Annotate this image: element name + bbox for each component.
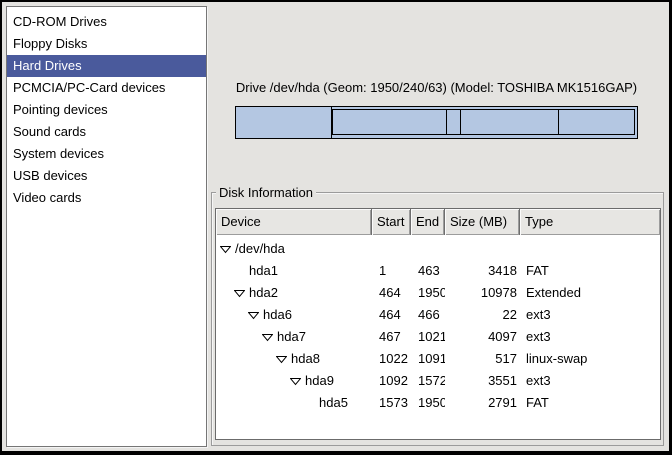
sidebar-item-cd-rom-drives[interactable]: CD-ROM Drives [7,11,206,33]
tree-indent [220,359,276,360]
partition-table-body: /dev/hdahda114633418FAThda2464195010978E… [216,235,660,414]
sidebar-item-usb-devices[interactable]: USB devices [7,165,206,187]
row-expander[interactable] [234,289,249,298]
start-cell [372,238,411,260]
size-cell: 3418 [445,260,520,282]
type-cell: FAT [520,392,661,414]
expander-triangle-icon [262,333,273,342]
size-cell: 517 [445,348,520,370]
sidebar-item-pointing-devices[interactable]: Pointing devices [7,99,206,121]
size-cell [445,238,520,260]
type-cell [520,238,661,260]
table-row-hda8[interactable]: hda8 10221091517linux-swap [216,348,660,370]
partition-bar [235,106,638,139]
type-cell: Extended [520,282,661,304]
size-cell: 3551 [445,370,520,392]
hardware-browser-window: CD-ROM DrivesFloppy DisksHard DrivesPCMC… [0,0,672,455]
device-name: hda1 [249,260,278,282]
tree-indent [220,403,304,404]
logical-partition-divider [446,109,447,135]
sidebar-item-video-cards[interactable]: Video cards [7,187,206,209]
extended-partition-box [332,109,635,135]
sidebar-item-hard-drives[interactable]: Hard Drives [7,55,206,77]
sidebar-item-floppy-disks[interactable]: Floppy Disks [7,33,206,55]
type-cell: ext3 [520,370,661,392]
type-cell: ext3 [520,304,661,326]
column-header-end[interactable]: End [411,209,445,235]
row-expander[interactable] [248,311,263,320]
row-expander[interactable] [262,333,277,342]
expander-triangle-icon [276,355,287,364]
device-name: hda6 [263,304,292,326]
start-cell: 1 [372,260,411,282]
end-cell: 1950 [411,282,445,304]
logical-partition-divider [460,109,461,135]
end-cell: 1021 [411,326,445,348]
partition-table[interactable]: DeviceStartEndSize (MB)Type /dev/hdahda1… [215,208,661,440]
end-cell: 1091 [411,348,445,370]
device-category-list[interactable]: CD-ROM DrivesFloppy DisksHard DrivesPCMC… [6,6,207,447]
table-row-hda1[interactable]: hda1 14633418FAT [216,260,660,282]
expander-triangle-icon [234,289,245,298]
device-name: hda5 [319,392,348,414]
expander-triangle-icon [220,245,231,254]
table-row-hda6[interactable]: hda6 46446622ext3 [216,304,660,326]
sidebar-item-sound-cards[interactable]: Sound cards [7,121,206,143]
drive-title: Drive /dev/hda (Geom: 1950/240/63) (Mode… [235,80,638,97]
device-name: hda2 [249,282,278,304]
start-cell: 467 [372,326,411,348]
row-expander[interactable] [276,355,291,364]
start-cell: 1022 [372,348,411,370]
table-row-hda9[interactable]: hda9 109215723551ext3 [216,370,660,392]
table-row-hda5[interactable]: hda5 157319502791FAT [216,392,660,414]
device-name: hda9 [305,370,334,392]
device-name: hda8 [291,348,320,370]
sidebar-item-pcmcia-pc-card-devices[interactable]: PCMCIA/PC-Card devices [7,77,206,99]
device-name: /dev/hda [235,238,285,260]
column-header-size-mb[interactable]: Size (MB) [445,209,520,235]
column-header-device[interactable]: Device [216,209,372,235]
end-cell [411,238,445,260]
disk-information-frame: Disk Information DeviceStartEndSize (MB)… [211,192,664,446]
column-header-type[interactable]: Type [520,209,660,235]
size-cell: 2791 [445,392,520,414]
end-cell: 466 [411,304,445,326]
start-cell: 464 [372,282,411,304]
tree-indent [220,271,234,272]
type-cell: linux-swap [520,348,661,370]
table-row-hda7[interactable]: hda7 46710214097ext3 [216,326,660,348]
end-cell: 463 [411,260,445,282]
end-cell: 1572 [411,370,445,392]
type-cell: ext3 [520,326,661,348]
logical-partition-divider [558,109,559,135]
start-cell: 464 [372,304,411,326]
row-expander[interactable] [220,245,235,254]
sidebar-item-system-devices[interactable]: System devices [7,143,206,165]
tree-indent [220,381,290,382]
tree-indent [220,315,248,316]
disk-information-label: Disk Information [216,185,316,200]
start-cell: 1092 [372,370,411,392]
size-cell: 10978 [445,282,520,304]
table-row-hda2[interactable]: hda2 464195010978Extended [216,282,660,304]
start-cell: 1573 [372,392,411,414]
expander-triangle-icon [248,311,259,320]
column-header-start[interactable]: Start [372,209,411,235]
tree-indent [220,293,234,294]
end-cell: 1950 [411,392,445,414]
table-row-dev-hda[interactable]: /dev/hda [216,238,660,260]
partition-table-header: DeviceStartEndSize (MB)Type [216,209,660,235]
expander-triangle-icon [290,377,301,386]
type-cell: FAT [520,260,661,282]
device-name: hda7 [277,326,306,348]
size-cell: 4097 [445,326,520,348]
size-cell: 22 [445,304,520,326]
row-expander[interactable] [290,377,305,386]
tree-indent [220,337,262,338]
